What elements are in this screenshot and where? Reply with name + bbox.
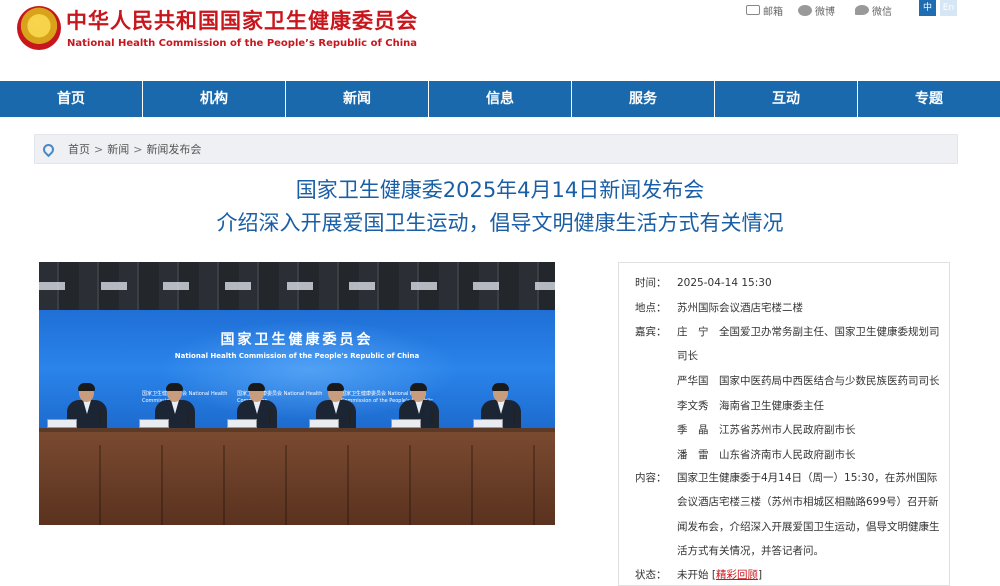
weibo-icon (798, 4, 812, 16)
microphone (513, 410, 515, 424)
nav-item-news[interactable]: 新闻 (286, 81, 429, 117)
share-wechat-link[interactable]: 微信 (855, 3, 892, 18)
nameplate (227, 419, 257, 428)
breadcrumb-home[interactable]: 首页 (68, 141, 90, 157)
share-mail-label: 邮箱 (763, 6, 783, 18)
breadcrumb: 首页 > 新闻 > 新闻发布会 (34, 134, 958, 164)
nav-item-topics[interactable]: 专题 (858, 81, 1000, 117)
info-place-value: 苏州国际会议酒店宅楼二楼 (677, 302, 803, 314)
nameplate (47, 419, 77, 428)
microphone (187, 410, 189, 424)
nav-item-service[interactable]: 服务 (572, 81, 715, 117)
share-mail-link[interactable]: 邮箱 (746, 3, 783, 18)
photo-desk-panels (39, 445, 555, 525)
share-weibo-link[interactable]: 微博 (798, 3, 835, 18)
breadcrumb-separator: > (133, 142, 143, 156)
share-wechat-label: 微信 (872, 6, 892, 18)
lang-zh-button[interactable]: 中 (919, 0, 936, 16)
nav-item-home[interactable]: 首页 (0, 81, 143, 117)
review-bracket-close: ] (757, 569, 763, 581)
guest-line: 潘 雷 山东省济南市人民政府副市长 (677, 449, 856, 461)
article-title-line2: 介绍深入开展爱国卫生运动，倡导文明健康生活方式有关情况 (216, 211, 784, 235)
content-line: 国家卫生健康委于4月14日（周一）15:30，在苏州国际 (677, 472, 938, 484)
main-nav: 首页 机构 新闻 信息 服务 互动 专题 (0, 81, 1000, 117)
emblem-star: ★ (30, 12, 45, 31)
nav-item-organization[interactable]: 机构 (143, 81, 286, 117)
photo-ceiling-lights (39, 282, 555, 290)
photo-screen-subtitle: National Health Commission of the People… (174, 352, 420, 360)
content-line: 活方式有关情况，并答记者问。 (677, 545, 824, 557)
guest-line: 庄 宁 全国爱卫办常务副主任、国家卫生健康委规划司 (677, 326, 940, 338)
location-pin-icon (40, 141, 57, 157)
site-subtitle: National Health Commission of the People… (67, 38, 418, 49)
nameplate (391, 419, 421, 428)
info-content-label: 内容： (635, 472, 667, 484)
content-line: 会议酒店宅楼三楼（苏州市相城区相融路699号）召开新 (677, 496, 939, 508)
microphone (269, 410, 271, 424)
microphone (431, 410, 433, 424)
press-info-panel: 时间： 2025-04-14 15:30 地点： 苏州国际会议酒店宅楼二楼 嘉宾… (618, 262, 950, 586)
mail-icon (746, 5, 760, 15)
highlights-review-link[interactable]: 精彩回顾 (716, 569, 758, 581)
nav-item-information[interactable]: 信息 (429, 81, 572, 117)
info-guests-label: 嘉宾： (635, 326, 667, 338)
info-place-label: 地点： (635, 302, 667, 314)
press-conference-photo: 国家卫生健康委员会 National Health Commission of … (39, 262, 555, 525)
breadcrumb-current[interactable]: 新闻发布会 (146, 141, 201, 157)
site-title[interactable]: 中华人民共和国国家卫生健康委员会 (66, 9, 418, 33)
info-status-label: 状态： (635, 569, 667, 581)
share-weibo-label: 微博 (815, 6, 835, 18)
content-line: 闻发布会，介绍深入开展爱国卫生运动，倡导文明健康生 (677, 521, 940, 533)
lang-en-button[interactable]: En (940, 0, 957, 16)
info-status-value: 未开始 (677, 569, 709, 581)
nameplate (139, 419, 169, 428)
microphone (349, 410, 351, 424)
microphone (99, 410, 101, 424)
national-emblem-icon[interactable]: ★ (17, 6, 61, 50)
guest-line: 李文秀 海南省卫生健康委主任 (677, 400, 824, 412)
guest-line: 司长 (677, 350, 698, 362)
nav-item-interaction[interactable]: 互动 (715, 81, 858, 117)
guest-line: 严华国 国家中医药局中西医结合与少数民族医药司司长 (677, 375, 940, 387)
breadcrumb-news[interactable]: 新闻 (107, 141, 129, 157)
info-time-value: 2025-04-14 15:30 (677, 277, 772, 289)
info-time-label: 时间： (635, 277, 667, 289)
nameplate (309, 419, 339, 428)
article-title-line1: 国家卫生健康委2025年4月14日新闻发布会 (295, 178, 705, 202)
wechat-icon (855, 5, 869, 15)
guest-line: 季 晶 江苏省苏州市人民政府副市长 (677, 424, 856, 436)
nameplate (473, 419, 503, 428)
site-header: ★ 中华人民共和国国家卫生健康委员会 National Health Commi… (0, 0, 1000, 80)
breadcrumb-separator: > (94, 142, 104, 156)
photo-screen-title: 国家卫生健康委员会 (220, 332, 374, 348)
photo-ceiling (39, 262, 555, 314)
